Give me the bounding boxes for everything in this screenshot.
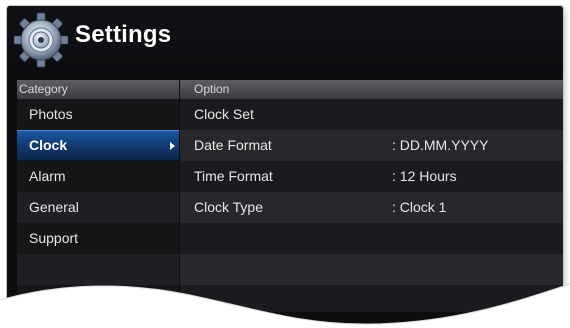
chevron-right-icon	[170, 142, 175, 150]
option-label: Date Format	[194, 137, 272, 153]
option-row-time-format[interactable]: Time Format : 12 Hours	[180, 161, 563, 192]
option-column-header: Option	[180, 80, 563, 99]
category-item-photos[interactable]: Photos	[17, 99, 179, 130]
option-row-clock-type[interactable]: Clock Type : Clock 1	[180, 192, 563, 223]
category-item-label: Support	[29, 230, 79, 246]
option-value: : DD.MM.YYYY	[392, 137, 489, 153]
option-label: Time Format	[194, 168, 273, 184]
option-row-empty	[180, 223, 563, 254]
settings-screen: Settings Category Photos Clock Alarm Gen…	[7, 6, 563, 324]
category-item-empty	[17, 254, 179, 285]
option-value: : 12 Hours	[392, 168, 457, 184]
settings-gear-icon	[13, 12, 69, 68]
category-item-support[interactable]: Support	[17, 223, 179, 254]
app-header: Settings	[7, 6, 563, 80]
category-item-general[interactable]: General	[17, 192, 179, 223]
category-item-label: General	[29, 199, 79, 215]
settings-screenshot: Settings Category Photos Clock Alarm Gen…	[0, 0, 570, 328]
option-list: Option Clock Set Date Format : DD.MM.YYY…	[180, 80, 563, 312]
option-label: Clock Set	[194, 106, 254, 122]
option-row-clock-set[interactable]: Clock Set	[180, 99, 563, 130]
category-item-label: Photos	[29, 106, 73, 122]
category-item-alarm[interactable]: Alarm	[17, 161, 179, 192]
option-row-date-format[interactable]: Date Format : DD.MM.YYYY	[180, 130, 563, 161]
category-item-label: Alarm	[29, 168, 66, 184]
category-item-label: Clock	[29, 137, 68, 153]
category-list: Category Photos Clock Alarm General Supp…	[17, 80, 179, 312]
option-label: Clock Type	[194, 199, 263, 215]
category-column-header: Category	[17, 80, 179, 99]
category-item-clock[interactable]: Clock	[17, 130, 179, 161]
option-value: : Clock 1	[392, 199, 447, 215]
option-row-empty	[180, 254, 563, 285]
page-title: Settings	[75, 21, 172, 48]
